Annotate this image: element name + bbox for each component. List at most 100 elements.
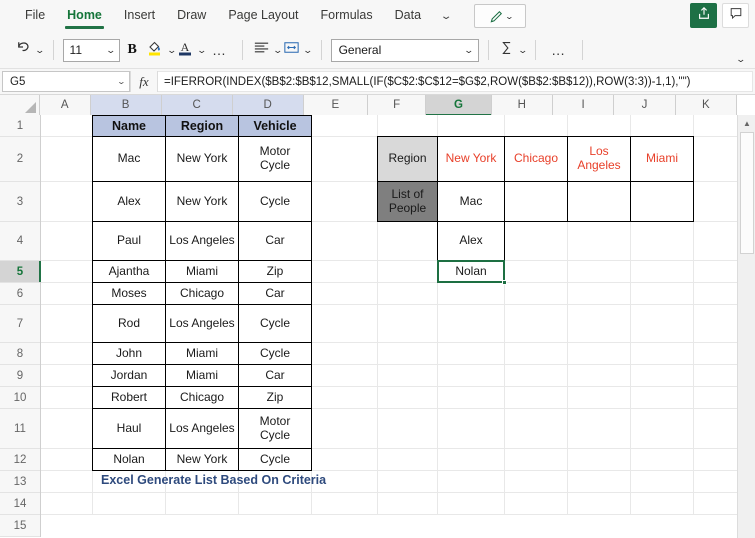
table-row[interactable]: Robert <box>92 386 166 409</box>
cell-canvas[interactable]: Name Region Vehicle Mac New York Motor C… <box>41 115 737 515</box>
wrap-text-chevron-down-icon[interactable]: ⌄ <box>303 45 314 56</box>
name-box[interactable]: G5 ⌄ <box>2 71 130 92</box>
fill-handle[interactable] <box>502 280 507 285</box>
table-row[interactable]: Motor Cycle <box>238 408 312 449</box>
alignment-chevron-down-icon[interactable]: ⌄ <box>273 45 284 56</box>
toolbar-more-commands-button[interactable]: … <box>545 42 573 57</box>
result-header-new-york[interactable]: New York <box>437 136 505 182</box>
table-row[interactable]: Mac <box>92 136 166 182</box>
column-header-k[interactable]: K <box>675 95 737 115</box>
table-row[interactable]: Nolan <box>92 448 166 471</box>
ribbon-tab-insert[interactable]: Insert <box>113 3 166 29</box>
fill-color-button[interactable]: ⌄ <box>145 36 177 64</box>
row-header-3[interactable]: 3 <box>0 182 40 222</box>
row-header-2[interactable]: 2 <box>0 137 40 182</box>
table-row[interactable]: Chicago <box>165 386 239 409</box>
table-row[interactable]: Moses <box>92 282 166 305</box>
table-row[interactable]: Chicago <box>165 282 239 305</box>
column-header-c[interactable]: C <box>161 95 233 115</box>
result-cell-new-york-1[interactable]: Mac <box>437 181 505 222</box>
row-header-12[interactable]: 12 <box>0 449 40 471</box>
scroll-up-arrow-icon[interactable]: ▲ <box>738 115 755 132</box>
column-header-f[interactable]: F <box>367 95 427 115</box>
column-header-h[interactable]: H <box>491 95 553 115</box>
table-row[interactable]: Alex <box>92 181 166 222</box>
fill-color-chevron-down-icon[interactable]: ⌄ <box>166 45 177 56</box>
column-header-d[interactable]: D <box>232 95 304 115</box>
ribbon-overflow-chevron-down-icon[interactable]: ⌄ <box>425 11 468 22</box>
table-row[interactable]: Miami <box>165 364 239 387</box>
table-row[interactable]: Miami <box>165 342 239 365</box>
share-button[interactable] <box>690 3 717 28</box>
insert-function-button[interactable]: fx <box>130 71 158 92</box>
column-header-i[interactable]: I <box>552 95 615 115</box>
result-cell-new-york-3[interactable]: Nolan <box>437 260 505 283</box>
autosum-button[interactable]: ⌄ <box>498 36 528 64</box>
table-row[interactable]: Car <box>238 221 312 261</box>
table-row[interactable]: Miami <box>165 260 239 283</box>
column-header-a[interactable]: A <box>39 95 91 115</box>
table-row[interactable]: Jordan <box>92 364 166 387</box>
result-header-los-angeles[interactable]: Los Angeles <box>567 136 631 182</box>
column-header-g[interactable]: G <box>426 95 492 116</box>
row-header-13[interactable]: 13 <box>0 471 40 493</box>
ribbon-tab-file[interactable]: File <box>14 3 56 29</box>
name-box-chevron-down-icon[interactable]: ⌄ <box>117 77 126 86</box>
row-header-15[interactable]: 15 <box>0 515 40 537</box>
table-row[interactable]: John <box>92 342 166 365</box>
number-format-chevron-down-icon[interactable]: ⌄ <box>464 45 475 56</box>
font-color-button[interactable]: A ⌄ <box>175 36 208 64</box>
font-size-input[interactable]: 11 ⌄ <box>62 38 120 62</box>
row-header-4[interactable]: 4 <box>0 222 40 261</box>
result-header-chicago[interactable]: Chicago <box>504 136 568 182</box>
table-row[interactable]: Cycle <box>238 181 312 222</box>
table-row[interactable]: New York <box>165 181 239 222</box>
undo-button[interactable]: ⌄ <box>14 36 45 64</box>
pen-chevron-down-icon[interactable]: ⌄ <box>504 12 513 21</box>
result-cell-los-angeles-1[interactable] <box>567 181 631 222</box>
table-row[interactable]: Los Angeles <box>165 221 239 261</box>
table-row[interactable]: Motor Cycle <box>238 136 312 182</box>
row-header-10[interactable]: 10 <box>0 387 40 409</box>
table-row[interactable]: Zip <box>238 260 312 283</box>
table-row[interactable]: Cycle <box>238 448 312 471</box>
column-header-e[interactable]: E <box>303 95 368 115</box>
table-row[interactable]: Car <box>238 282 312 305</box>
font-size-chevron-down-icon[interactable]: ⌄ <box>105 45 116 56</box>
font-color-chevron-down-icon[interactable]: ⌄ <box>197 45 208 56</box>
vertical-scrollbar[interactable]: ▲ ▼ <box>737 115 755 538</box>
table-row[interactable]: Zip <box>238 386 312 409</box>
ribbon-tab-page-layout[interactable]: Page Layout <box>217 3 309 29</box>
column-header-j[interactable]: J <box>614 95 676 115</box>
comments-button[interactable] <box>722 3 749 28</box>
table-row[interactable]: Paul <box>92 221 166 261</box>
row-header-11[interactable]: 11 <box>0 409 40 449</box>
alignment-button[interactable]: ⌄ <box>252 36 284 64</box>
number-format-select[interactable]: General ⌄ <box>330 38 479 62</box>
select-all-corner-button[interactable] <box>0 95 40 115</box>
row-header-5[interactable]: 5 <box>0 261 41 283</box>
ribbon-tab-draw[interactable]: Draw <box>166 3 217 29</box>
font-more-options-button[interactable]: … <box>206 42 234 57</box>
table-row[interactable]: Cycle <box>238 304 312 343</box>
column-header-b[interactable]: B <box>90 95 162 115</box>
table-row[interactable]: Los Angeles <box>165 408 239 449</box>
vertical-scroll-thumb[interactable] <box>740 132 754 254</box>
bold-button[interactable]: B <box>120 42 145 58</box>
formula-input[interactable]: =IFERROR(INDEX($B$2:$B$12,SMALL(IF($C$2:… <box>158 71 753 92</box>
row-header-14[interactable]: 14 <box>0 493 40 515</box>
table-row[interactable]: Cycle <box>238 342 312 365</box>
table-row[interactable]: Haul <box>92 408 166 449</box>
autosum-chevron-down-icon[interactable]: ⌄ <box>517 45 528 56</box>
table-row[interactable]: New York <box>165 136 239 182</box>
row-header-1[interactable]: 1 <box>0 115 40 137</box>
table-row[interactable]: New York <box>165 448 239 471</box>
table-row[interactable]: Rod <box>92 304 166 343</box>
table-row[interactable]: Ajantha <box>92 260 166 283</box>
toolbar-expand-chevron-down-icon[interactable]: ⌄ <box>736 54 747 65</box>
draw-pen-button[interactable]: ⌄ <box>474 4 527 28</box>
row-header-6[interactable]: 6 <box>0 283 40 305</box>
table-row[interactable]: Car <box>238 364 312 387</box>
ribbon-tab-formulas[interactable]: Formulas <box>310 3 384 29</box>
wrap-text-button[interactable]: ⌄ <box>282 36 314 64</box>
